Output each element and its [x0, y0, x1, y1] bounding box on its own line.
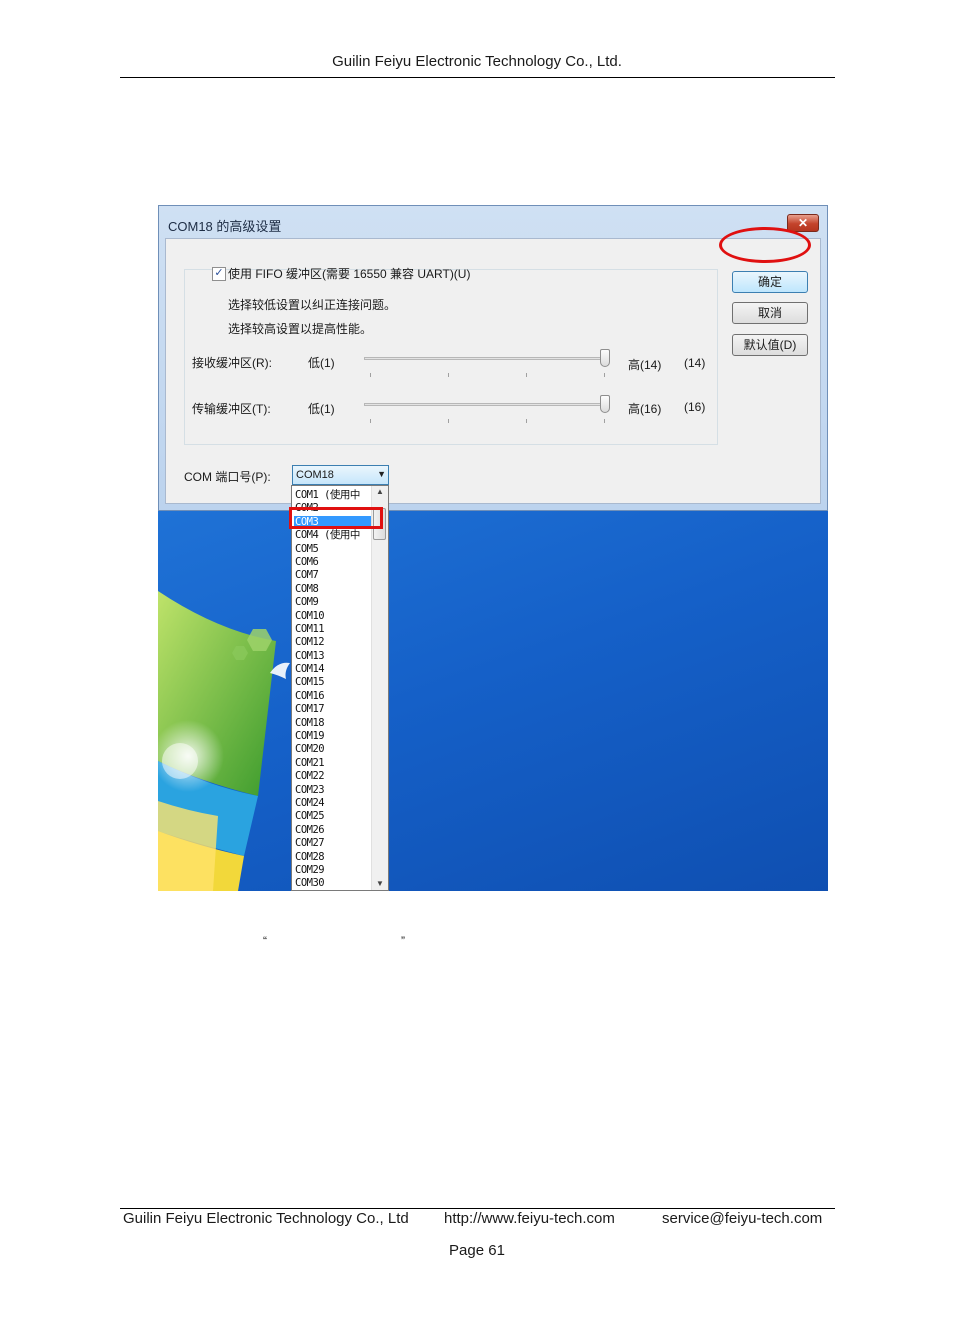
- receive-slider-thumb[interactable]: [600, 349, 610, 367]
- defaults-button[interactable]: 默认值(D): [732, 334, 808, 356]
- com-port-option[interactable]: COM24: [294, 797, 372, 810]
- com-port-option[interactable]: COM20: [294, 743, 372, 756]
- chevron-down-icon: ▼: [377, 469, 386, 479]
- windows-wallpaper-art: [158, 591, 290, 891]
- footer-rule: [120, 1208, 835, 1209]
- com-port-option-list: COM1 (使用中 COM2 COM3 COM4 (使用中 COM5 COM6 COM7 CO…: [294, 489, 372, 891]
- com3-highlight-box: [289, 507, 383, 529]
- com-port-option[interactable]: COM18: [294, 717, 372, 730]
- com-port-option[interactable]: COM23: [294, 784, 372, 797]
- footer-email[interactable]: service@feiyu-tech.com: [662, 1210, 822, 1227]
- advanced-settings-dialog: COM18 的高级设置 ✕ ✓ 使用 FIFO 缓冲区(需要 16550 兼容 …: [158, 205, 828, 511]
- checkmark-icon: ✓: [214, 267, 224, 279]
- com-port-option[interactable]: COM21: [294, 757, 372, 770]
- receive-buffer-label: 接收缓冲区(R):: [192, 356, 272, 370]
- com-port-option[interactable]: COM22: [294, 770, 372, 783]
- tick: [604, 373, 605, 377]
- hint-high-text: 选择较高设置以提高性能。: [228, 322, 373, 336]
- tick: [370, 373, 371, 377]
- com-port-option[interactable]: COM25: [294, 810, 372, 823]
- footer-company: Guilin Feiyu Electronic Technology Co., …: [123, 1210, 409, 1227]
- fifo-checkbox[interactable]: ✓: [212, 267, 226, 281]
- com-port-option[interactable]: COM15: [294, 676, 372, 689]
- receive-value: (14): [684, 356, 706, 370]
- dropdown-scrollbar[interactable]: ▲ ▼: [371, 486, 388, 890]
- fifo-label: 使用 FIFO 缓冲区(需要 16550 兼容 UART)(U): [228, 267, 471, 281]
- com-port-option[interactable]: COM7: [294, 569, 372, 582]
- ok-highlight-circle: [719, 227, 811, 263]
- header-rule: [120, 77, 835, 78]
- com-port-option[interactable]: COM4 (使用中: [294, 529, 372, 542]
- com-port-option[interactable]: COM1 (使用中: [294, 489, 372, 502]
- close-icon: ✕: [797, 216, 809, 230]
- com-port-option[interactable]: COM5: [294, 543, 372, 556]
- close-button[interactable]: ✕: [787, 214, 819, 232]
- com-port-option[interactable]: COM28: [294, 851, 372, 864]
- com-port-option[interactable]: COM30: [294, 877, 372, 890]
- com-port-option[interactable]: COM19: [294, 730, 372, 743]
- open-quote: “: [263, 934, 267, 948]
- receive-high-label: 高(14): [628, 358, 662, 372]
- tick: [448, 373, 449, 377]
- close-quote: ”: [401, 934, 405, 948]
- dialog-client-area: ✓ 使用 FIFO 缓冲区(需要 16550 兼容 UART)(U) 选择较低设…: [165, 238, 821, 504]
- com-port-option[interactable]: COM11: [294, 623, 372, 636]
- transmit-buffer-label: 传输缓冲区(T):: [192, 402, 271, 416]
- transmit-slider-thumb[interactable]: [600, 395, 610, 413]
- com-port-dropdown: COM1 (使用中 COM2 COM3 COM4 (使用中 COM5 COM6 COM7 CO…: [291, 485, 389, 891]
- com-port-option[interactable]: COM6: [294, 556, 372, 569]
- tick: [604, 419, 605, 423]
- header-company: Guilin Feiyu Electronic Technology Co., …: [332, 53, 622, 70]
- com-port-option[interactable]: COM13: [294, 650, 372, 663]
- tick: [448, 419, 449, 423]
- com-port-option[interactable]: COM14: [294, 663, 372, 676]
- scroll-up-icon[interactable]: ▲: [372, 487, 388, 496]
- com-port-option[interactable]: COM29: [294, 864, 372, 877]
- com-port-option[interactable]: COM16: [294, 690, 372, 703]
- com-port-label: COM 端口号(P):: [184, 470, 271, 484]
- receive-slider-track[interactable]: [364, 357, 606, 360]
- com-port-option[interactable]: COM10: [294, 610, 372, 623]
- page-number: Page 61: [449, 1242, 505, 1259]
- dialog-title: COM18 的高级设置: [168, 219, 282, 234]
- tick: [526, 419, 527, 423]
- com-port-value: COM18: [296, 469, 334, 481]
- tick: [370, 419, 371, 423]
- transmit-value: (16): [684, 400, 706, 414]
- com-port-option[interactable]: COM27: [294, 837, 372, 850]
- desktop-background: [158, 511, 828, 891]
- screenshot: COM18 的高级设置 ✕ ✓ 使用 FIFO 缓冲区(需要 16550 兼容 …: [158, 205, 828, 891]
- scroll-down-icon[interactable]: ▼: [372, 879, 388, 888]
- com-port-option[interactable]: COM26: [294, 824, 372, 837]
- receive-low-label: 低(1): [308, 356, 335, 370]
- com-port-option[interactable]: COM9: [294, 596, 372, 609]
- transmit-slider-track[interactable]: [364, 403, 606, 406]
- footer-url[interactable]: http://www.feiyu-tech.com: [444, 1210, 615, 1227]
- tick: [526, 373, 527, 377]
- transmit-low-label: 低(1): [308, 402, 335, 416]
- transmit-high-label: 高(16): [628, 402, 662, 416]
- dialog-titlebar: COM18 的高级设置 ✕: [159, 206, 827, 238]
- com-port-option[interactable]: COM17: [294, 703, 372, 716]
- cancel-button[interactable]: 取消: [732, 302, 808, 324]
- com-port-option[interactable]: COM12: [294, 636, 372, 649]
- com-port-option[interactable]: COM8: [294, 583, 372, 596]
- com-port-select[interactable]: COM18 ▼: [292, 465, 389, 485]
- ok-button[interactable]: 确定: [732, 271, 808, 293]
- hint-low-text: 选择较低设置以纠正连接问题。: [228, 298, 397, 312]
